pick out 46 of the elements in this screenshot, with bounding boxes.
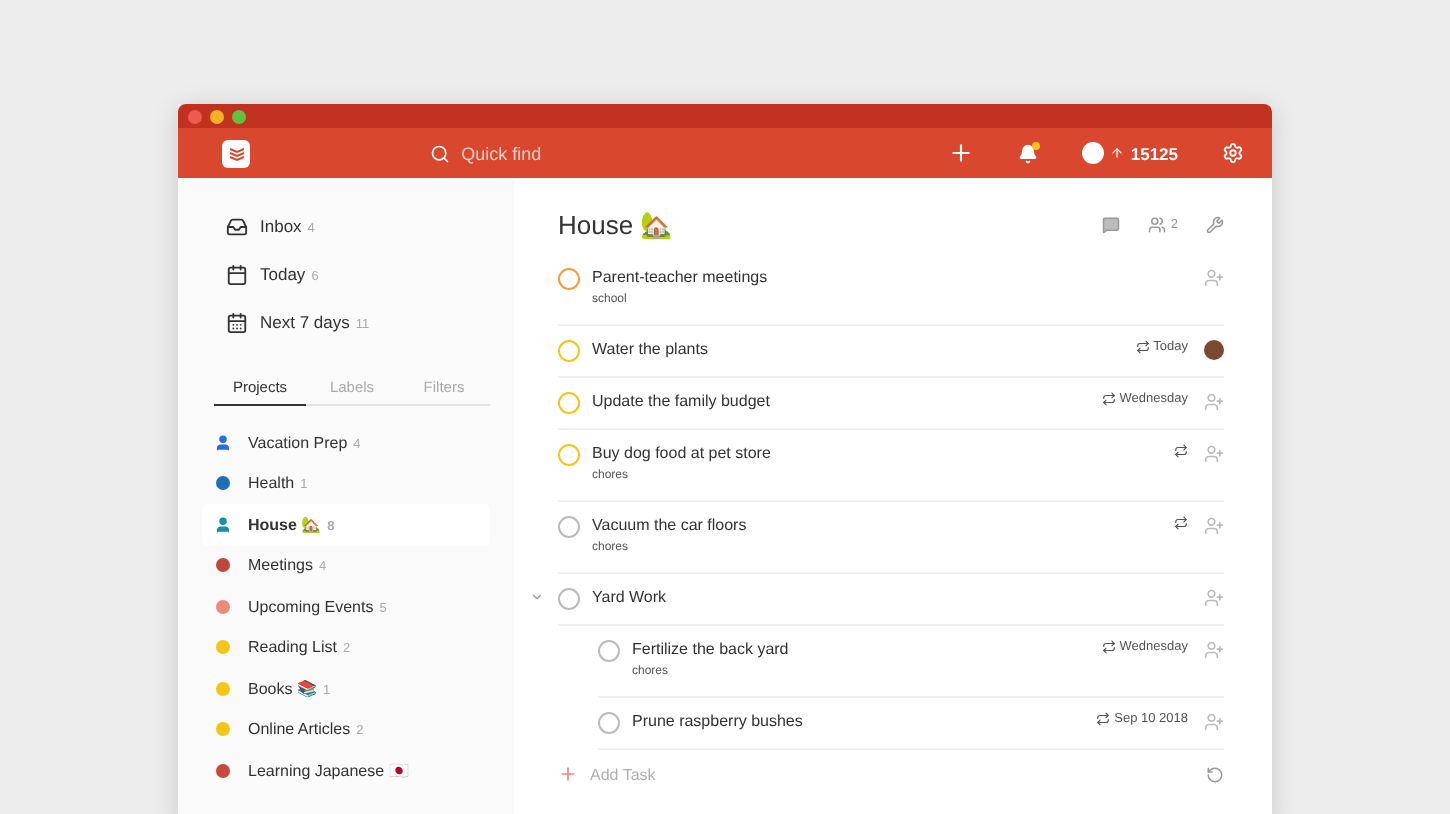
plus-icon (558, 764, 578, 784)
karma-icon (1082, 142, 1105, 164)
task-checkbox[interactable] (598, 712, 620, 734)
task-checkbox[interactable] (558, 516, 580, 538)
assign-icon[interactable] (1204, 268, 1224, 288)
task-checkbox[interactable] (558, 444, 580, 466)
calendar-icon (226, 263, 248, 285)
zoom-button[interactable] (232, 109, 246, 123)
close-button[interactable] (188, 109, 202, 123)
arrow-up-icon (1110, 146, 1125, 160)
task-title: Yard Work (592, 588, 669, 606)
app-logo[interactable] (222, 139, 250, 167)
task-title: Vacuum the car floors (592, 516, 749, 534)
task-checkbox[interactable] (558, 588, 580, 610)
karma-button[interactable]: 15125 (1082, 142, 1178, 164)
settings-button[interactable] (1222, 142, 1244, 164)
search-icon (429, 143, 450, 163)
task-checkbox[interactable] (558, 268, 580, 290)
assign-icon[interactable] (1204, 444, 1224, 464)
assign-icon[interactable] (1204, 640, 1224, 660)
assign-icon[interactable] (1204, 392, 1224, 412)
task-title: Update the family budget (592, 392, 772, 410)
tools-icon[interactable] (1206, 215, 1224, 233)
task-title: Water the plants (592, 340, 710, 358)
task-title: Buy dog food at pet store (592, 444, 773, 462)
caret-icon[interactable] (530, 590, 544, 604)
assign-icon[interactable] (1204, 712, 1224, 732)
avatar[interactable] (1204, 340, 1224, 360)
assign-icon[interactable] (1204, 516, 1224, 536)
minimize-button[interactable] (210, 109, 224, 123)
comments-icon[interactable] (1102, 215, 1121, 233)
assign-icon[interactable] (1204, 588, 1224, 608)
history-icon[interactable] (1206, 765, 1224, 783)
task-title: Prune raspberry bushes (632, 712, 805, 730)
inbox-icon (226, 215, 248, 237)
task-title: Parent-teacher meetings (592, 268, 770, 286)
task-checkbox[interactable] (558, 392, 580, 414)
calendar-icon (226, 311, 248, 333)
search-field[interactable]: Quick find (457, 141, 606, 165)
task-title: Fertilize the back yard (632, 640, 791, 658)
notifications-button[interactable] (1018, 143, 1039, 163)
project-item[interactable]: Learning Japanese 🇯🇵 (202, 750, 490, 791)
project-title: House 🏡 (558, 209, 675, 239)
task-checkbox[interactable] (558, 340, 580, 362)
add-button[interactable] (948, 140, 975, 166)
task-checkbox[interactable] (598, 640, 620, 662)
